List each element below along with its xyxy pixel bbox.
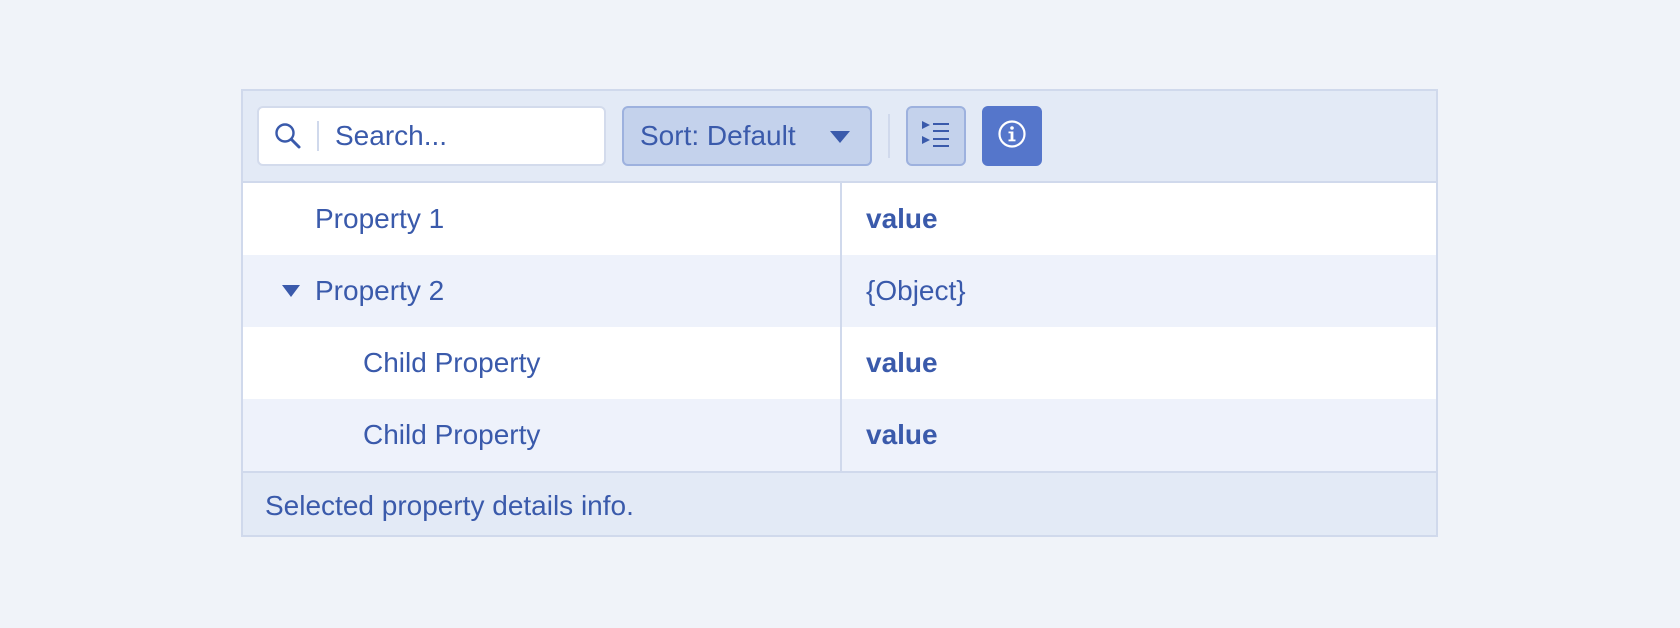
table-row[interactable]: Child Property value — [243, 327, 1436, 399]
property-table: Property 1 value Property 2 {Object} Chi… — [243, 183, 1436, 471]
toolbar-divider — [888, 114, 890, 158]
expand-triangle-icon[interactable] — [282, 285, 300, 297]
search-box[interactable] — [257, 106, 606, 166]
property-name: Property 2 — [315, 275, 445, 306]
toolbar: Sort: Default — [243, 91, 1436, 183]
search-icon — [259, 108, 317, 164]
property-grid-panel: Sort: Default — [241, 89, 1438, 537]
sort-label: Sort: Default — [640, 120, 796, 151]
property-name: Child Property — [363, 347, 541, 378]
property-value: value — [866, 419, 938, 450]
expand-tree-icon — [921, 120, 951, 153]
property-value: value — [866, 203, 938, 234]
property-name: Child Property — [363, 419, 541, 450]
search-input[interactable] — [319, 119, 597, 153]
property-name: Property 1 — [315, 203, 445, 234]
property-name-cell: Property 2 — [243, 255, 842, 327]
property-value-cell: value — [842, 327, 1436, 399]
table-row[interactable]: Property 1 value — [243, 183, 1436, 255]
property-value-cell: value — [842, 183, 1436, 255]
property-value: value — [866, 347, 938, 378]
info-icon — [997, 119, 1027, 154]
info-button[interactable] — [982, 106, 1042, 166]
table-row[interactable]: Child Property value — [243, 399, 1436, 471]
property-value-cell: {Object} — [842, 255, 1436, 327]
details-text: Selected property details info. — [265, 490, 634, 521]
property-value: {Object} — [866, 275, 966, 306]
details-footer: Selected property details info. — [243, 471, 1436, 539]
property-name-cell: Child Property — [243, 327, 842, 399]
expand-tree-button[interactable] — [906, 106, 966, 166]
chevron-down-icon — [830, 131, 850, 143]
table-row[interactable]: Property 2 {Object} — [243, 255, 1436, 327]
property-name-cell: Child Property — [243, 399, 842, 471]
property-value-cell: value — [842, 399, 1436, 471]
sort-dropdown[interactable]: Sort: Default — [622, 106, 872, 166]
property-name-cell: Property 1 — [243, 183, 842, 255]
